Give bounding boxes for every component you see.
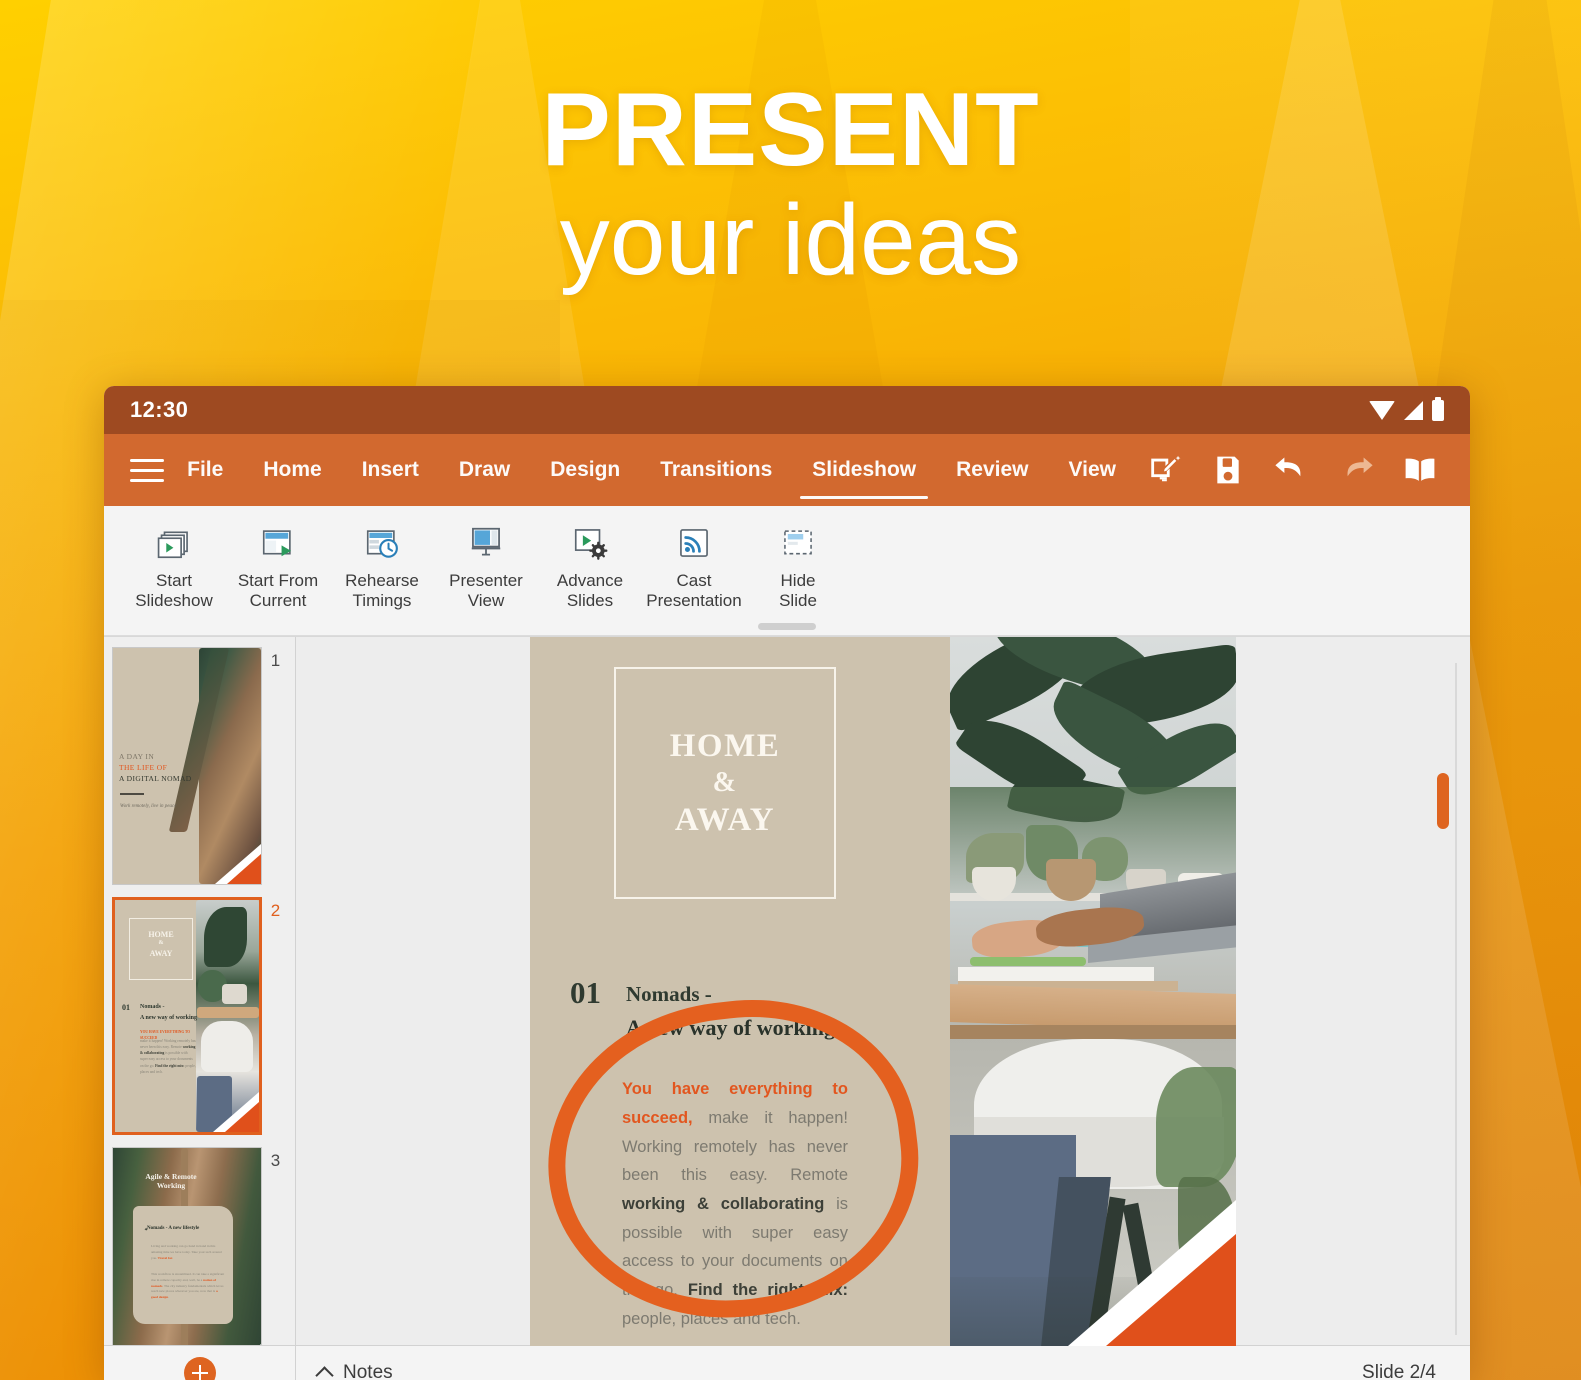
- cmd-label-line1: Presenter: [449, 571, 523, 590]
- notes-label: Notes: [343, 1361, 393, 1380]
- advance-slides-icon: [569, 522, 611, 564]
- slide-title-frame: HOME & AWAY: [614, 667, 836, 900]
- hide-slide-button[interactable]: Hide Slide: [746, 518, 850, 611]
- advance-slides-button[interactable]: Advance Slides: [538, 518, 642, 611]
- thumbnail-number: 3: [270, 1151, 281, 1171]
- rehearse-timings-button[interactable]: Rehearse Timings: [330, 518, 434, 611]
- presenter-view-icon: [465, 522, 507, 564]
- body-bold-1: working & collaborating: [622, 1194, 825, 1213]
- undo-icon[interactable]: [1264, 442, 1320, 498]
- cmd-label-line2: Slideshow: [135, 591, 213, 611]
- body-part-3: people, places and tech.: [622, 1309, 801, 1328]
- cmd-label-line1: Rehearse: [345, 571, 419, 590]
- status-clock: 12:30: [130, 397, 189, 422]
- thumbnail-preview: HOME & AWAY 01 Nomads - A new way of wor…: [112, 897, 262, 1136]
- android-status-bar: 12:30: [104, 386, 1470, 434]
- read-mode-icon[interactable]: [1392, 442, 1448, 498]
- status-footer: Notes Slide 2/4: [104, 1345, 1470, 1380]
- rehearse-timings-icon: [361, 522, 403, 564]
- presenter-view-button[interactable]: Presenter View: [434, 518, 538, 611]
- ribbon-command-list: Start Slideshow Start From Current Rehea…: [104, 514, 1470, 617]
- hero-headline: PRESENT your ideas: [0, 78, 1581, 290]
- canvas-scrollbar-thumb[interactable]: [1437, 773, 1449, 830]
- edit-display-icon[interactable]: [1136, 442, 1192, 498]
- battery-icon: [1432, 396, 1444, 421]
- hero-line-1: PRESENT: [541, 72, 1040, 188]
- slide-title-line2: &: [712, 767, 738, 799]
- signal-icon: [1404, 400, 1423, 420]
- cast-presentation-icon: [673, 522, 715, 564]
- ribbon-tab-bar: File Home Insert Draw Design Transitions…: [104, 434, 1470, 506]
- hamburger-menu-icon[interactable]: [126, 434, 167, 506]
- thumbnail-preview: A DAY IN THE LIFE OF A DIGITAL NOMAD Wor…: [112, 647, 262, 886]
- app-window: 12:30 File Home Insert Draw Design Trans…: [104, 386, 1470, 1380]
- tab-insert[interactable]: Insert: [342, 434, 439, 506]
- ribbon-drag-handle[interactable]: [104, 617, 1470, 636]
- cmd-label-line1: Cast: [676, 571, 712, 590]
- slide-canvas-area[interactable]: HOME & AWAY 01 Nomads - A new way of wor…: [296, 637, 1470, 1347]
- tab-draw[interactable]: Draw: [439, 434, 530, 506]
- thumbnail-slide-1[interactable]: A DAY IN THE LIFE OF A DIGITAL NOMAD Wor…: [104, 643, 295, 893]
- redo-icon: [1328, 442, 1384, 498]
- slide-section-number: 01: [570, 975, 601, 1011]
- tab-review[interactable]: Review: [936, 434, 1048, 506]
- slide-corner-accent: [1106, 1234, 1236, 1347]
- cast-presentation-button[interactable]: Cast Presentation: [642, 518, 746, 611]
- cmd-label-line1: Hide: [780, 571, 816, 590]
- slide-body-text: You have everything to succeed, make it …: [622, 1075, 848, 1333]
- slide-heading: A new way of working: [626, 1015, 836, 1041]
- slide-thumbnail-panel[interactable]: A DAY IN THE LIFE OF A DIGITAL NOMAD Wor…: [104, 637, 296, 1346]
- start-slideshow-icon: [153, 522, 195, 564]
- cmd-label-line2: Presentation: [646, 591, 742, 611]
- cmd-label-line2: View: [467, 591, 505, 611]
- slide-section-label: Nomads -: [626, 982, 712, 1007]
- canvas-scrollbar-track[interactable]: [1437, 663, 1457, 1336]
- hide-slide-icon: [777, 522, 819, 564]
- thumbnail-number: 1: [270, 651, 281, 671]
- cmd-label-line2: Current: [249, 591, 307, 611]
- hero-line-2: your ideas: [559, 184, 1022, 296]
- start-from-current-icon: [257, 522, 299, 564]
- tab-view[interactable]: View: [1049, 434, 1136, 506]
- chevron-up-icon: [315, 1365, 334, 1380]
- tab-design[interactable]: Design: [530, 434, 640, 506]
- slide-photo: [950, 637, 1236, 1347]
- slideshow-ribbon: Start Slideshow Start From Current Rehea…: [104, 506, 1470, 637]
- thumbnail-slide-3[interactable]: Agile & Remote Working Nomads - A new lif…: [104, 1143, 295, 1346]
- thumbnail-number: 2: [270, 901, 281, 921]
- quick-action-bar: [1136, 434, 1452, 506]
- current-slide[interactable]: HOME & AWAY 01 Nomads - A new way of wor…: [530, 637, 1236, 1347]
- tab-transitions[interactable]: Transitions: [640, 434, 792, 506]
- thumbnail-slide-2[interactable]: HOME & AWAY 01 Nomads - A new way of wor…: [104, 893, 295, 1143]
- tab-home[interactable]: Home: [243, 434, 341, 506]
- notes-toggle[interactable]: Notes: [296, 1346, 393, 1380]
- cmd-label-line2: Slide: [779, 591, 817, 611]
- save-icon[interactable]: [1200, 442, 1256, 498]
- editor-work-area: A DAY IN THE LIFE OF A DIGITAL NOMAD Wor…: [104, 636, 1470, 1347]
- cmd-label-line1: Start: [156, 571, 192, 590]
- wifi-icon: [1369, 400, 1395, 420]
- slide-title-line3: AWAY: [674, 802, 776, 839]
- slide-counter: Slide 2/4: [1362, 1361, 1436, 1380]
- tab-file[interactable]: File: [167, 434, 243, 506]
- cmd-label-line2: Timings: [352, 591, 412, 611]
- start-from-current-button[interactable]: Start From Current: [226, 518, 330, 611]
- start-slideshow-button[interactable]: Start Slideshow: [122, 518, 226, 611]
- cmd-label-line2: Slides: [566, 591, 614, 611]
- slide-title-line1: HOME: [669, 727, 781, 764]
- thumbnail-preview: Agile & Remote Working Nomads - A new lif…: [112, 1147, 262, 1346]
- cmd-label-line1: Start From: [237, 571, 319, 590]
- body-bold-2: Find the right mix:: [687, 1281, 848, 1300]
- add-slide-button[interactable]: [104, 1346, 296, 1380]
- cmd-label-line1: Advance: [556, 571, 624, 590]
- plus-icon[interactable]: [183, 1356, 216, 1380]
- status-system-icons: [1369, 396, 1444, 421]
- tab-slideshow[interactable]: Slideshow: [792, 434, 936, 506]
